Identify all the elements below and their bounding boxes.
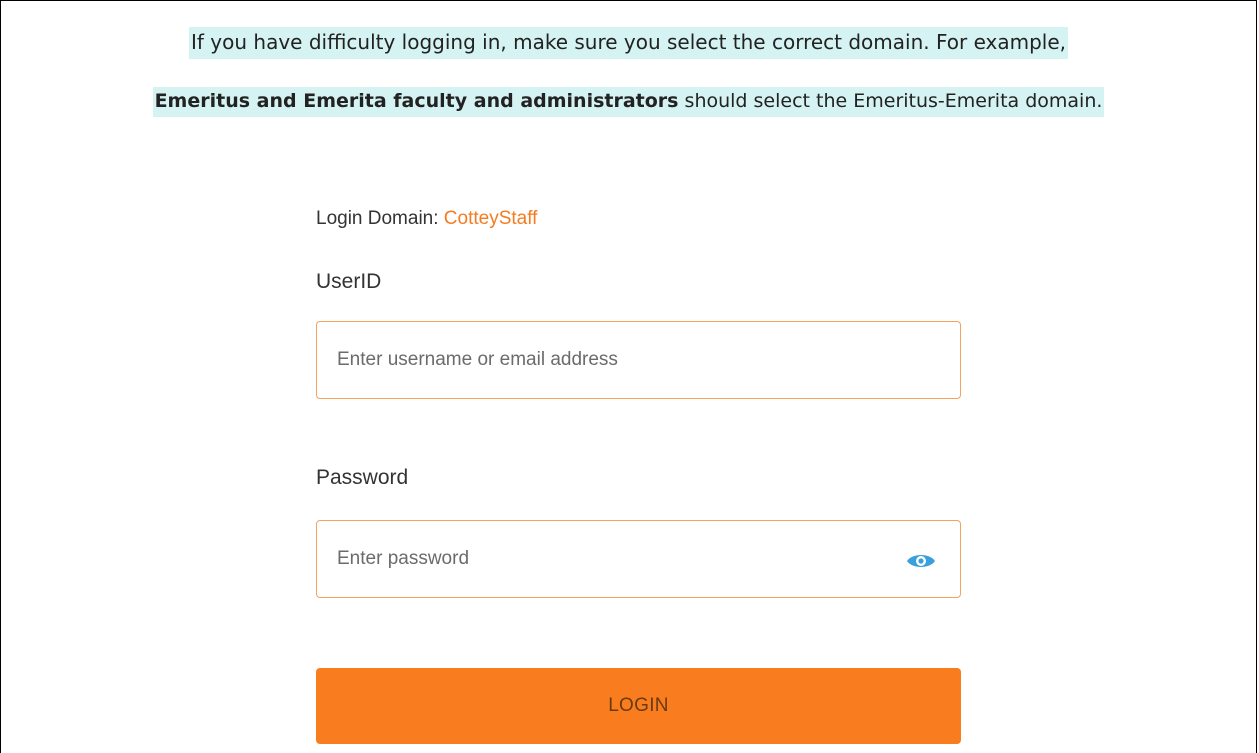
notice-bold-text: Emeritus and Emerita faculty and adminis…	[154, 90, 679, 112]
login-help-notice-line-1: If you have difficulty logging in, make …	[0, 27, 1257, 59]
password-input[interactable]	[337, 521, 897, 597]
notice-highlight-2: Emeritus and Emerita faculty and adminis…	[152, 87, 1105, 117]
login-domain-label: Login Domain:	[316, 208, 444, 229]
login-button[interactable]: LOGIN	[316, 668, 961, 744]
password-field-box[interactable]	[316, 520, 961, 598]
notice-rest-text: should select the Emeritus-Emerita domai…	[678, 90, 1103, 112]
password-label: Password	[316, 466, 409, 489]
userid-field-box[interactable]	[316, 321, 961, 399]
notice-text-1: If you have difficulty logging in, make …	[188, 27, 1069, 59]
eye-icon-graphic	[907, 555, 935, 567]
login-domain-row: Login Domain: CotteyStaff	[316, 208, 537, 230]
login-domain-value[interactable]: CotteyStaff	[444, 208, 538, 229]
userid-input[interactable]	[337, 322, 897, 398]
userid-label: UserID	[316, 270, 382, 293]
eye-icon[interactable]	[904, 551, 938, 571]
login-help-notice-line-2: Emeritus and Emerita faculty and adminis…	[0, 87, 1257, 117]
